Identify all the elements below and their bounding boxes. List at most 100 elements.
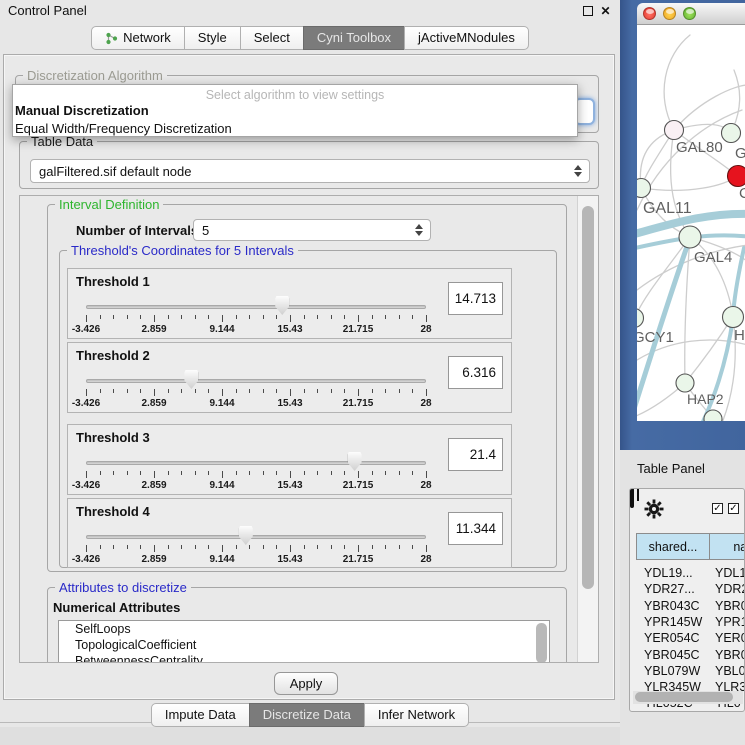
slider-thumb[interactable]: [239, 526, 253, 545]
table-row-cell[interactable]: YBR0: [715, 648, 745, 662]
network-edge[interactable]: [664, 35, 690, 130]
network-node[interactable]: [637, 179, 651, 198]
scrollbar-thumb[interactable]: [582, 206, 594, 589]
dropdown-hint: Select algorithm to view settings: [13, 85, 577, 102]
network-view-canvas[interactable]: GAL80GACGAL11GAL4GCY1HHAP2: [637, 25, 745, 421]
tick-label: 15.43: [277, 324, 302, 335]
table-row-cell[interactable]: YBL079W: [644, 664, 700, 678]
table-row-cell[interactable]: YPR1: [715, 615, 745, 629]
network-node[interactable]: [728, 166, 745, 187]
table-row-cell[interactable]: YPR145W: [644, 615, 702, 629]
slider-track[interactable]: [86, 535, 426, 539]
cyni-bottom-tabs: Impute DataDiscretize DataInfer Network: [0, 703, 620, 727]
scrollbar-thumb[interactable]: [635, 692, 733, 702]
slider-track[interactable]: [86, 461, 426, 465]
tab-label: Network: [123, 27, 171, 49]
threshold-value-input[interactable]: [448, 438, 503, 471]
close-traffic-light[interactable]: [643, 7, 656, 20]
list-scrollbar[interactable]: [536, 623, 547, 662]
tab-network[interactable]: Network: [91, 26, 185, 50]
threshold-slider-1[interactable]: -3.4262.8599.14415.4321.71528: [86, 293, 426, 337]
threshold-value-input[interactable]: [448, 282, 503, 315]
network-node-label: GAL4: [694, 249, 732, 266]
network-window-titlebar[interactable]: [637, 3, 745, 25]
spinner-arrows-icon[interactable]: [572, 160, 584, 182]
tick-label: 2.859: [141, 324, 166, 335]
settings-viewport: Interval Definition Number of Intervals …: [20, 196, 577, 662]
network-node-label: H: [734, 327, 745, 344]
table-data-combobox[interactable]: galFiltered.sif default node: [30, 159, 590, 183]
control-panel: Control Panel ✕ Network StyleSelectCyni T…: [0, 0, 620, 745]
network-edge[interactable]: [685, 318, 732, 383]
network-edge[interactable]: [685, 237, 690, 382]
threshold-value-input[interactable]: [448, 356, 503, 389]
algorithm-option[interactable]: Equal Width/Frequency Discretization: [13, 120, 577, 138]
threshold-slider-2[interactable]: -3.4262.8599.14415.4321.71528: [86, 367, 426, 411]
algorithm-option[interactable]: Manual Discretization: [13, 102, 577, 120]
table-row-cell[interactable]: YER0: [715, 631, 745, 645]
slider-track[interactable]: [86, 379, 426, 383]
right-workspace: GAL80GACGAL11GAL4GCY1HHAP2 Table Panel: [620, 0, 745, 745]
cyni-toolbox-panel: Discretization Algorithm Table Data galF…: [3, 54, 615, 700]
tab-select[interactable]: Select: [240, 26, 304, 50]
network-edge[interactable]: [637, 237, 690, 317]
network-node[interactable]: [676, 374, 694, 392]
close-icon[interactable]: ✕: [599, 5, 612, 18]
tab-jactivemnodules[interactable]: jActiveMNodules: [404, 26, 529, 50]
slider-track[interactable]: [86, 305, 426, 309]
split-columns-icon[interactable]: [630, 488, 634, 508]
tab-discretize-data[interactable]: Discretize Data: [249, 703, 365, 727]
attribute-list-item[interactable]: BetweennessCentrality: [59, 653, 549, 662]
column-header-shared-name[interactable]: shared...: [636, 533, 710, 560]
attribute-list-item[interactable]: SelfLoops: [59, 621, 549, 637]
table-row-cell[interactable]: YDL19...: [644, 566, 693, 580]
vertical-scrollbar[interactable]: [577, 196, 598, 662]
tab-infer-network[interactable]: Infer Network: [364, 703, 469, 727]
tab-cyni-toolbox[interactable]: Cyni Toolbox: [303, 26, 405, 50]
float-window-icon[interactable]: [581, 5, 594, 18]
table-row-cell[interactable]: YDR27...: [644, 582, 695, 596]
desktop-background: GAL80GACGAL11GAL4GCY1HHAP2: [620, 0, 745, 450]
slider-tick-labels: -3.4262.8599.14415.4321.71528: [86, 398, 426, 410]
tab-impute-data[interactable]: Impute Data: [151, 703, 250, 727]
slider-thumb[interactable]: [184, 370, 198, 389]
spinner-arrows-icon[interactable]: [413, 220, 425, 240]
tick-label: 28: [420, 554, 431, 565]
group-title: Interval Definition: [55, 197, 163, 212]
table-row-cell[interactable]: YBR0: [715, 599, 745, 613]
tick-label: 15.43: [277, 480, 302, 491]
slider-thumb[interactable]: [348, 452, 362, 471]
attribute-list-item[interactable]: TopologicalCoefficient: [59, 637, 549, 653]
table-row-cell[interactable]: YBR043C: [644, 599, 700, 613]
minimize-traffic-light[interactable]: [663, 7, 676, 20]
network-edge-thick[interactable]: [733, 248, 744, 316]
group-title: Attributes to discretize: [55, 580, 191, 595]
control-panel-titlebar: Control Panel ✕: [0, 0, 620, 22]
network-node[interactable]: [679, 226, 701, 248]
checkbox-checked-icon[interactable]: ✓: [728, 503, 739, 514]
table-row-cell[interactable]: YDL1: [715, 566, 745, 580]
slider-thumb[interactable]: [275, 296, 289, 315]
threshold-panel-3: Threshold 3 -3.4262.8599.14415.4321.7152…: [67, 424, 512, 495]
threshold-value-input[interactable]: [448, 512, 503, 545]
tab-style[interactable]: Style: [184, 26, 241, 50]
column-header-name[interactable]: name: [709, 533, 745, 560]
network-node[interactable]: [637, 309, 644, 328]
network-node[interactable]: [722, 124, 741, 143]
table-row-cell[interactable]: YDR2: [715, 582, 745, 596]
numerical-attributes-list[interactable]: SelfLoopsTopologicalCoefficientBetweenne…: [58, 620, 550, 662]
threshold-slider-4[interactable]: -3.4262.8599.14415.4321.71528: [86, 523, 426, 567]
apply-button[interactable]: Apply: [274, 672, 338, 695]
control-panel-tabs: Network StyleSelectCyni ToolboxjActiveMNo…: [0, 26, 620, 50]
number-of-intervals-combobox[interactable]: 5: [193, 219, 431, 241]
network-node[interactable]: [723, 307, 744, 328]
table-row-cell[interactable]: YBL0: [715, 664, 745, 678]
table-row-cell[interactable]: YER054C: [644, 631, 700, 645]
horizontal-scrollbar[interactable]: [633, 691, 743, 704]
gear-icon[interactable]: [644, 499, 664, 524]
zoom-traffic-light[interactable]: [683, 7, 696, 20]
table-row-cell[interactable]: YBR045C: [644, 648, 700, 662]
threshold-slider-3[interactable]: -3.4262.8599.14415.4321.71528: [86, 449, 426, 493]
checkbox-checked-icon[interactable]: ✓: [712, 503, 723, 514]
network-node[interactable]: [665, 121, 684, 140]
